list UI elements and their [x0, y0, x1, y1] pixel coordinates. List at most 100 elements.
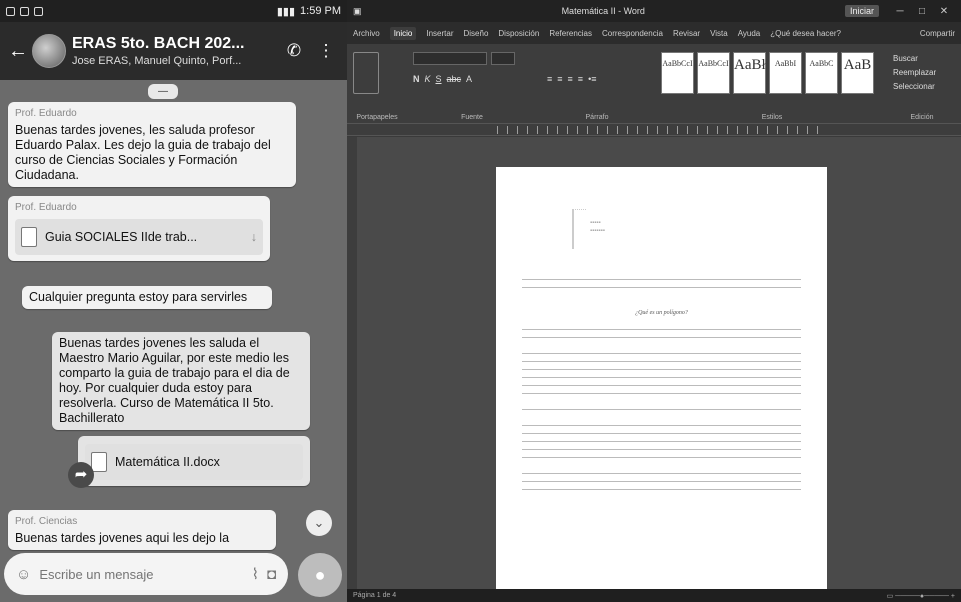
group-avatar[interactable] [32, 34, 66, 68]
tab-disposicion[interactable]: Disposición [498, 29, 539, 38]
font-color-icon[interactable]: A [466, 74, 472, 84]
style-tile[interactable]: AaB [841, 52, 874, 94]
message-text: Cualquier pregunta estoy para servirles [29, 290, 248, 304]
school-logo: ▪▪▪▪▪ ▪▪▪▪▪▪▪ [572, 209, 682, 259]
sign-in-button[interactable]: Iniciar [844, 5, 879, 17]
align-right-icon[interactable]: ≡ [568, 74, 573, 84]
style-tile[interactable]: AaBł [733, 52, 766, 94]
zoom-slider[interactable]: ▭ ─────●───── + [887, 592, 955, 600]
document-icon [21, 227, 37, 247]
share-button[interactable]: Compartir [920, 29, 955, 38]
message-text: Buenas tardes jovenes, les saluda profes… [15, 123, 271, 182]
tab-ayuda[interactable]: Ayuda [738, 29, 761, 38]
ribbon-tabs: Archivo Inicio Insertar Diseño Disposici… [347, 22, 961, 44]
message-bubble[interactable]: Cualquier pregunta estoy para servirles [22, 286, 272, 309]
message-text: Buenas tardes jovenes aqui les dejo la [15, 531, 230, 545]
message-input[interactable] [39, 566, 244, 582]
word-window: ▣ Matemática II - Word Iniciar ─ □ ✕ Arc… [347, 0, 961, 602]
chat-participants: Jose ERAS, Manuel Quinto, Porf... [72, 55, 242, 67]
file-name: Matemática II.docx [115, 454, 220, 469]
download-icon[interactable]: ↓ [251, 230, 257, 245]
save-icon[interactable]: ▣ [353, 6, 362, 17]
group-label: Fuente [461, 114, 483, 121]
message-bubble[interactable]: Prof. Eduardo Buenas tardes jovenes, les… [8, 102, 296, 187]
message-list[interactable]: Prof. Eduardo Buenas tardes jovenes, les… [0, 100, 347, 550]
chat-title-area[interactable]: ERAS 5to. BACH 202... Jose ERAS, Manuel … [72, 35, 275, 67]
close-icon[interactable]: ✕ [933, 6, 955, 17]
file-attachment[interactable]: Guia SOCIALES IIde trab... ↓ [15, 219, 263, 255]
font-name-select[interactable] [413, 52, 487, 65]
ribbon-home: N K S abc A ≡ ≡ ≡ ≡ •≡ AaBbCcI AaBbCcI A… [347, 44, 961, 124]
forward-icon[interactable]: ➦ [68, 462, 94, 488]
group-label: Párrafo [585, 114, 609, 121]
status-time: 1:59 PM [300, 5, 341, 17]
scroll-down-icon[interactable]: ⌄ [306, 510, 332, 536]
camera-icon[interactable]: ◘ [267, 566, 276, 583]
back-arrow-icon[interactable]: ← [8, 40, 28, 63]
notification-icon [20, 6, 29, 16]
align-center-icon[interactable]: ≡ [557, 74, 562, 84]
message-composer: ☺ ⌇ ◘ [4, 553, 288, 595]
find-button[interactable]: Buscar [893, 52, 936, 66]
strikethrough-icon[interactable]: abc [447, 74, 462, 84]
text-lines [522, 279, 801, 295]
group-label: Estilos [761, 114, 783, 121]
font-size-select[interactable] [491, 52, 515, 65]
chat-app: ▮▮▮ 1:59 PM ← ERAS 5to. BACH 202... Jose… [0, 0, 347, 602]
message-bubble[interactable]: Prof. Ciencias Buenas tardes jovenes aqu… [8, 510, 276, 550]
more-options-icon[interactable]: ⋮ [313, 41, 339, 61]
tab-correspondencia[interactable]: Correspondencia [602, 29, 663, 38]
document-page[interactable]: ▪▪▪▪▪ ▪▪▪▪▪▪▪ ¿Qué es un polígono? [496, 167, 827, 597]
signal-icon: ▮▮▮ [276, 5, 296, 18]
chat-title: ERAS 5to. BACH 202... [72, 35, 245, 52]
justify-icon[interactable]: ≡ [578, 74, 583, 84]
tab-diseno[interactable]: Diseño [464, 29, 489, 38]
select-button[interactable]: Seleccionar [893, 80, 936, 94]
italic-icon[interactable]: K [425, 74, 431, 84]
minimize-icon[interactable]: ─ [889, 6, 911, 17]
horizontal-ruler[interactable] [347, 124, 961, 136]
tab-revisar[interactable]: Revisar [673, 29, 700, 38]
document-canvas[interactable]: ▪▪▪▪▪ ▪▪▪▪▪▪▪ ¿Qué es un polígono? [347, 137, 961, 597]
add-call-icon[interactable]: ✆ [281, 41, 307, 61]
underline-icon[interactable]: S [436, 74, 442, 84]
message-text: Buenas tardes jovenes les saluda el Maes… [59, 336, 290, 425]
logo-mark [572, 209, 586, 249]
replace-button[interactable]: Reemplazar [893, 66, 936, 80]
paste-icon[interactable] [353, 52, 379, 94]
text-lines [522, 353, 801, 401]
message-bubble[interactable]: Matemática II.docx [78, 436, 310, 486]
file-attachment[interactable]: Matemática II.docx [85, 444, 303, 480]
paragraph-row: ≡ ≡ ≡ ≡ •≡ [547, 74, 596, 84]
tab-referencias[interactable]: Referencias [549, 29, 592, 38]
bold-icon[interactable]: N [413, 74, 420, 84]
maximize-icon[interactable]: □ [911, 6, 933, 17]
microphone-icon[interactable]: ● [298, 553, 342, 597]
vertical-ruler [347, 137, 357, 589]
group-label: Portapapeles [356, 114, 398, 121]
style-tile[interactable]: AaBbC [805, 52, 838, 94]
tab-insertar[interactable]: Insertar [426, 29, 453, 38]
tab-inicio[interactable]: Inicio [389, 26, 417, 40]
align-left-icon[interactable]: ≡ [547, 74, 552, 84]
window-title: Matemática II - Word [561, 6, 645, 16]
document-icon [91, 452, 107, 472]
document-body: ¿Qué es un polígono? [522, 279, 801, 497]
emoji-icon[interactable]: ☺ [16, 566, 31, 583]
bullets-icon[interactable]: •≡ [588, 74, 596, 84]
file-name: Guia SOCIALES IIde trab... [45, 229, 198, 244]
message-bubble[interactable]: Buenas tardes jovenes les saluda el Maes… [52, 332, 310, 430]
word-status-bar: Página 1 de 4 ▭ ─────●───── + [347, 589, 961, 602]
style-tile[interactable]: AaBbCcI [697, 52, 730, 94]
word-titlebar: ▣ Matemática II - Word Iniciar ─ □ ✕ [347, 0, 961, 22]
text-lines [522, 473, 801, 497]
tell-me-search[interactable]: ¿Qué desea hacer? [770, 29, 841, 38]
group-label: Edición [910, 114, 934, 121]
tab-archivo[interactable]: Archivo [353, 29, 380, 38]
attach-icon[interactable]: ⌇ [252, 565, 259, 583]
style-tile[interactable]: AaBbCcI [661, 52, 694, 94]
message-bubble[interactable]: Prof. Eduardo Guia SOCIALES IIde trab...… [8, 196, 270, 261]
tab-vista[interactable]: Vista [710, 29, 728, 38]
style-gallery: AaBbCcI AaBbCcI AaBł AaBbI AaBbC AaB [661, 52, 874, 94]
style-tile[interactable]: AaBbI [769, 52, 802, 94]
